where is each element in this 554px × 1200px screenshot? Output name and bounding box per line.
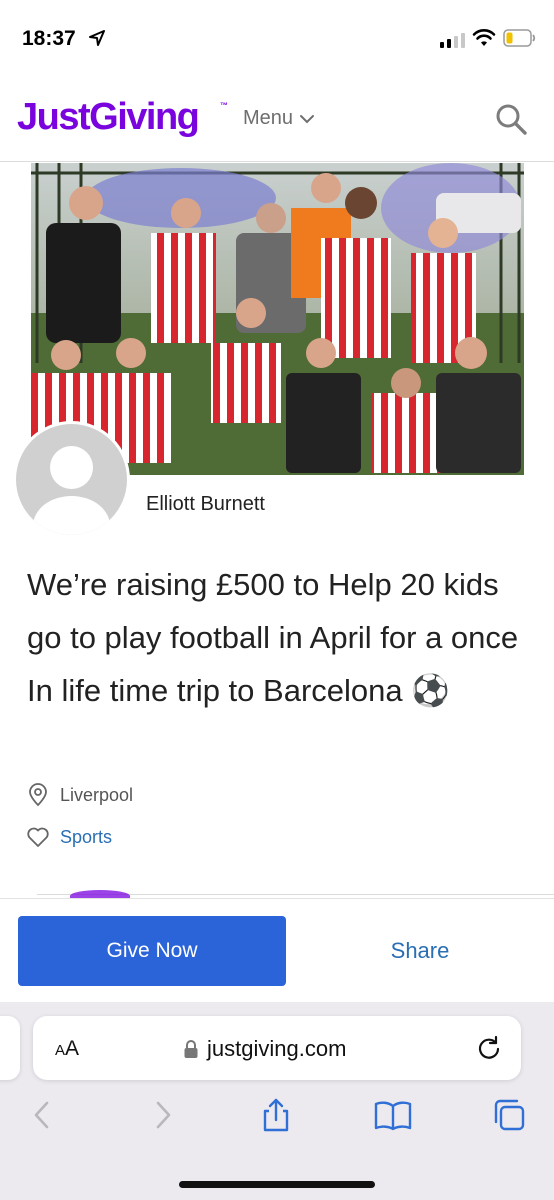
address-bar[interactable]: AA justgiving.com (33, 1016, 521, 1080)
url-display[interactable]: justgiving.com (183, 1036, 346, 1062)
fundraiser-avatar (13, 421, 130, 538)
battery-icon (503, 29, 536, 47)
status-bar: 18:37 (0, 0, 554, 80)
signal-icon (440, 32, 465, 48)
status-time: 18:37 (22, 27, 76, 50)
trademark-mark: ™ (220, 101, 228, 110)
fundraiser-owner-name[interactable]: Elliott Burnett (146, 493, 265, 516)
give-now-label: Give Now (106, 939, 198, 962)
page-title: We’re raising £500 to Help 20 kids go to… (27, 567, 519, 708)
share-icon[interactable] (259, 1098, 293, 1132)
heart-icon (27, 827, 49, 847)
text-size-button[interactable]: AA (55, 1037, 79, 1061)
default-user-icon (16, 424, 127, 535)
menu-label: Menu (243, 107, 294, 129)
previous-tab-peek[interactable] (0, 1016, 20, 1080)
back-icon[interactable] (26, 1098, 60, 1132)
fundraiser-cover-photo (31, 163, 524, 475)
location-label: Liverpool (60, 784, 134, 805)
browser-chrome: AA justgiving.com (0, 1002, 554, 1200)
location-pin-icon (29, 783, 47, 807)
category-link[interactable]: Sports (60, 827, 112, 848)
search-icon[interactable] (494, 102, 528, 136)
site-header: JustGiving ™ Menu (0, 80, 554, 162)
tabs-icon[interactable] (492, 1098, 526, 1132)
forward-icon[interactable] (145, 1098, 179, 1132)
reload-icon[interactable] (476, 1035, 502, 1061)
location-arrow-icon (89, 30, 105, 46)
donate-action-bar: Give Now Share (0, 898, 554, 1002)
wifi-icon (472, 29, 496, 46)
menu-button[interactable]: Menu (243, 107, 315, 130)
give-now-button[interactable]: Give Now (18, 916, 286, 986)
category-row[interactable]: Sports (26, 826, 112, 848)
share-label: Share (390, 938, 450, 963)
url-domain: justgiving.com (207, 1036, 347, 1061)
lock-icon (184, 1040, 198, 1058)
location-row: Liverpool (26, 783, 133, 807)
bookmarks-icon[interactable] (374, 1098, 412, 1132)
browser-toolbar (0, 1098, 554, 1148)
share-button[interactable]: Share (290, 916, 550, 986)
home-indicator (179, 1181, 375, 1188)
chevron-down-icon (300, 114, 315, 123)
justgiving-logo[interactable]: JustGiving (17, 96, 200, 139)
